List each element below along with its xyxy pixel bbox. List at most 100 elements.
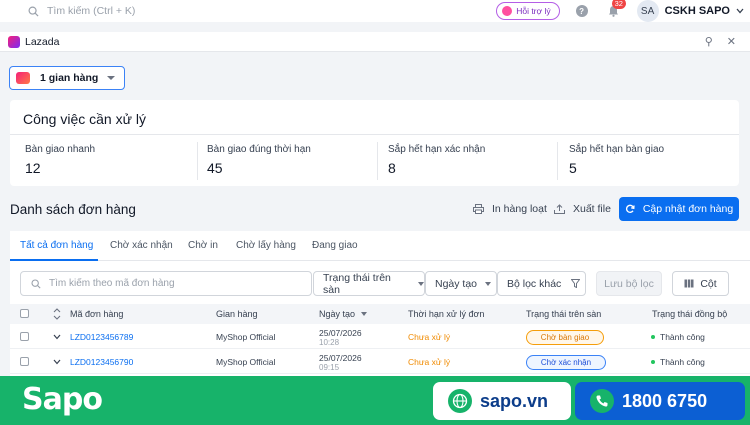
created-date-filter-label: Ngày tạo [435, 277, 478, 290]
tab-awaiting-print[interactable]: Chờ in [188, 240, 218, 251]
table-header: Mã đơn hàng Gian hàng Ngày tạo Thời hạn … [10, 304, 750, 324]
columns-label: Cột [700, 277, 717, 290]
update-orders-button[interactable]: Cập nhật đơn hàng [619, 197, 739, 221]
sync-status: Thành công [651, 357, 705, 367]
stat-confirm-expiring[interactable]: Sắp hết hạn xác nhận 8 [388, 144, 485, 180]
lazada-store-icon [16, 72, 30, 84]
order-code-link[interactable]: LZD0123456789 [70, 332, 133, 342]
save-filter-button[interactable]: Lưu bộ lọc [596, 271, 662, 296]
stat-label: Bàn giao đúng thời hạn [207, 144, 311, 155]
close-icon[interactable]: ✕ [727, 35, 736, 48]
column-platform-status: Trạng thái trên sàn [526, 309, 602, 319]
funnel-icon [571, 279, 581, 288]
order-code-link[interactable]: LZD0123456790 [70, 357, 133, 367]
website-url: sapo.vn [480, 390, 549, 411]
select-all-checkbox[interactable] [20, 309, 29, 318]
platform-status-badge: Chờ xác nhận [526, 355, 606, 370]
hotline-number: 1800 6750 [622, 390, 708, 411]
row-checkbox[interactable] [20, 332, 29, 341]
tab-in-delivery[interactable]: Đang giao [312, 240, 358, 251]
tab-awaiting-confirmation[interactable]: Chờ xác nhận [110, 240, 173, 251]
username[interactable]: CSKH SAPO [665, 5, 730, 17]
question-icon[interactable]: ? [575, 5, 588, 17]
pin-icon[interactable]: ⚲ [705, 35, 713, 48]
store-name: MyShop Official [216, 357, 276, 367]
printer-icon [473, 204, 484, 214]
created-date-value: 25/07/2026 [319, 328, 362, 338]
global-search-placeholder: Tìm kiếm (Ctrl + K) [47, 5, 136, 17]
created-time-value: 09:15 [319, 363, 340, 372]
tasks-title: Công việc cần xử lý [23, 111, 146, 127]
platform-status-filter[interactable]: Trạng thái trên sàn [313, 271, 425, 296]
deadline-status: Chưa xử lý [408, 332, 451, 342]
store-selector[interactable]: 1 gian hàng [9, 66, 125, 90]
stat-value: 8 [388, 160, 396, 176]
table-row[interactable]: LZD0123456790 MyShop Official 25/07/2026… [10, 350, 750, 374]
created-date: 25/07/2026 10:28 [319, 328, 362, 348]
other-filter-button[interactable]: Bộ lọc khác [497, 271, 586, 296]
chevron-down-icon[interactable] [53, 334, 61, 340]
sync-status-label: Thành công [660, 332, 705, 342]
app-bar: Lazada ⚲ ✕ [0, 32, 750, 52]
upload-icon [554, 204, 565, 214]
sync-status-label: Thành công [660, 357, 705, 367]
hotline-badge[interactable]: 1800 6750 [575, 382, 745, 420]
chevron-down-icon[interactable] [736, 8, 744, 14]
order-search-input[interactable]: Tìm kiếm theo mã đơn hàng [20, 271, 312, 296]
global-search[interactable]: Tìm kiếm (Ctrl + K) [28, 5, 135, 17]
stat-fast-handover[interactable]: Bàn giao nhanh 12 [25, 144, 95, 180]
divider [197, 142, 198, 180]
globe-icon [448, 389, 472, 413]
store-name: MyShop Official [216, 332, 276, 342]
column-store: Gian hàng [216, 309, 258, 319]
export-button[interactable]: Xuất file [554, 203, 611, 215]
tab-all-orders[interactable]: Tất cả đơn hàng [20, 240, 93, 251]
expand-collapse-icon[interactable] [53, 308, 61, 320]
column-order-code: Mã đơn hàng [70, 309, 124, 319]
divider [377, 142, 378, 180]
chevron-down-icon[interactable] [53, 359, 61, 365]
stat-label: Sắp hết hạn bàn giao [569, 144, 665, 155]
help-label: Hỗi trợ lý [516, 6, 551, 16]
export-label: Xuất file [573, 203, 611, 215]
store-selector-label: 1 gian hàng [40, 72, 99, 84]
website-badge[interactable]: sapo.vn [433, 382, 571, 420]
columns-button[interactable]: Cột [672, 271, 729, 296]
help-button[interactable]: Hỗi trợ lý [496, 2, 560, 20]
sync-status: Thành công [651, 332, 705, 342]
assistant-icon [502, 6, 513, 16]
row-checkbox[interactable] [20, 357, 29, 366]
stat-label: Bàn giao nhanh [25, 144, 96, 155]
deadline-status: Chưa xử lý [408, 357, 451, 367]
sort-icon[interactable] [361, 312, 367, 316]
success-dot-icon [651, 360, 655, 364]
caret-down-icon [418, 281, 424, 286]
column-created-date[interactable]: Ngày tạo [319, 309, 355, 319]
active-tab-indicator [10, 259, 98, 261]
tasks-card: Công việc cần xử lý Bàn giao nhanh 12 Bà… [10, 100, 739, 186]
other-filter-label: Bộ lọc khác [507, 277, 562, 290]
created-date: 25/07/2026 09:15 [319, 353, 362, 373]
order-search-placeholder: Tìm kiếm theo mã đơn hàng [49, 278, 175, 289]
order-tabs: Tất cả đơn hàng Chờ xác nhận Chờ in Chờ … [10, 231, 750, 261]
promo-banner: Sapo sapo.vn 1800 6750 [0, 376, 750, 425]
tab-awaiting-pickup[interactable]: Chờ lấy hàng [236, 240, 296, 251]
print-bulk-button[interactable]: In hàng loạt [473, 203, 547, 215]
platform-status-badge: Chờ bàn giao [526, 330, 604, 345]
avatar[interactable]: SA [636, 0, 659, 22]
columns-icon [684, 279, 694, 288]
caret-down-icon [107, 76, 115, 80]
created-date-filter[interactable]: Ngày tạo [425, 271, 497, 296]
app-name: Lazada [25, 35, 60, 48]
stat-handover-expiring[interactable]: Sắp hết hạn bàn giao 5 [569, 144, 664, 180]
refresh-icon [625, 204, 635, 213]
created-time-value: 10:28 [319, 338, 340, 347]
stat-ontime-handover[interactable]: Bàn giao đúng thời hạn 45 [207, 144, 311, 180]
search-icon [28, 6, 39, 17]
table-row[interactable]: LZD0123456789 MyShop Official 25/07/2026… [10, 325, 750, 349]
search-icon [31, 278, 41, 289]
stat-value: 45 [207, 160, 223, 176]
orders-title: Danh sách đơn hàng [10, 202, 136, 217]
column-deadline: Thời hạn xử lý đơn [408, 309, 485, 319]
notifications-button[interactable]: 32 [608, 0, 626, 17]
